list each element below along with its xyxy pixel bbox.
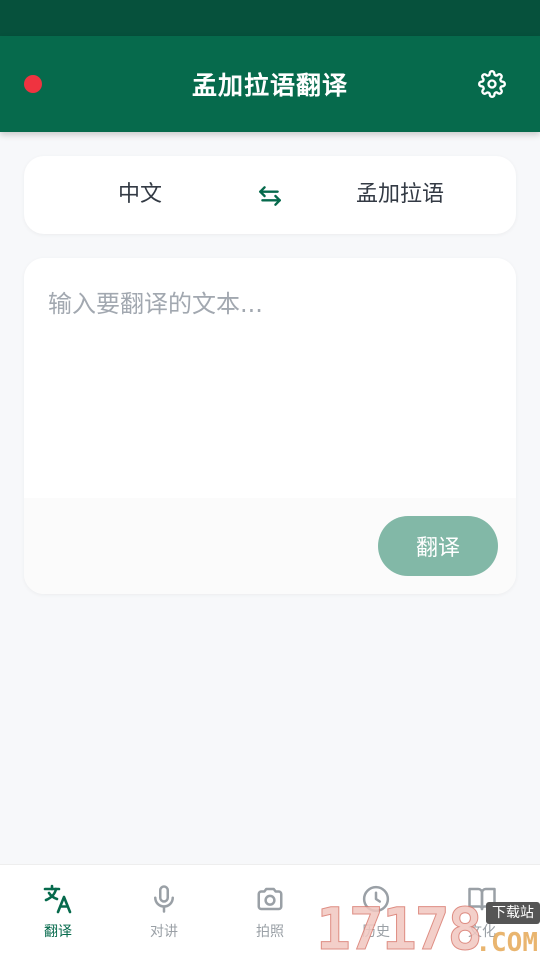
source-text-input[interactable] (24, 258, 516, 498)
swap-languages-button[interactable] (254, 180, 286, 212)
nav-label: 翻译 (44, 924, 72, 940)
page-title: 孟加拉语翻译 (191, 71, 348, 100)
camera-icon (257, 887, 283, 911)
nav-label: 文化 (468, 924, 496, 940)
source-language-button[interactable]: 中文 (80, 156, 200, 234)
nav-item-history[interactable]: 历史 (322, 865, 430, 960)
swap-arrows-icon (259, 186, 281, 206)
app-bar: 孟加拉语翻译 (0, 36, 540, 132)
nav-label: 拍照 (256, 924, 284, 940)
nav-item-camera[interactable]: 拍照 (216, 865, 324, 960)
nav-item-culture[interactable]: 文化 (428, 865, 536, 960)
nav-item-intercom[interactable]: 对讲 (110, 865, 218, 960)
record-indicator[interactable] (24, 75, 42, 93)
status-bar (0, 0, 540, 36)
microphone-icon (154, 885, 174, 913)
nav-label: 对讲 (150, 924, 178, 940)
gear-icon (478, 70, 506, 98)
input-footer: 翻译 (24, 498, 516, 594)
book-icon (468, 887, 496, 911)
language-selector: 中文 孟加拉语 (24, 156, 516, 234)
input-card: 翻译 (24, 258, 516, 594)
translate-icon (43, 884, 72, 914)
clock-icon (362, 885, 390, 913)
nav-label: 历史 (362, 924, 390, 940)
nav-item-translate[interactable]: 翻译 (4, 865, 112, 960)
settings-button[interactable] (476, 68, 508, 100)
translate-button[interactable]: 翻译 (378, 516, 498, 576)
bottom-nav: 翻译 对讲 拍照 历史 文化 (0, 864, 540, 960)
target-language-button[interactable]: 孟加拉语 (330, 156, 470, 234)
